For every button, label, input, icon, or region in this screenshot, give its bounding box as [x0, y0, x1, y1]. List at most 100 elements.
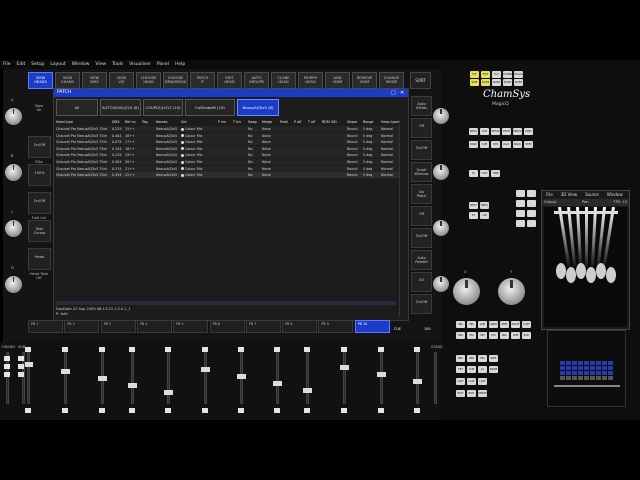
key-move[interactable]: MOVE: [511, 321, 520, 328]
key-inc[interactable]: INC: [456, 332, 465, 339]
key-undo[interactable]: UNDO: [489, 321, 498, 328]
table-row[interactable]: Chauvet Pro NexusAQ5x5 75ch 0.304 20++ Nexu…: [56, 159, 402, 165]
mini-cell[interactable]: [560, 361, 565, 365]
right-soft-button-6[interactable]: On/Off: [411, 228, 432, 248]
key-cue[interactable]: CUE: [480, 141, 489, 148]
left-encoder-c[interactable]: [5, 220, 22, 237]
menu-setup[interactable]: Setup: [31, 60, 44, 69]
right-soft-button-2[interactable]: On/Off: [411, 140, 432, 160]
key-set[interactable]: SET: [456, 366, 465, 373]
mini-cell[interactable]: [590, 366, 595, 370]
key-upd[interactable]: UPD: [467, 355, 476, 362]
key-flt2[interactable]: FLT2: [481, 71, 490, 78]
patch-tab-0[interactable]: All: [56, 99, 98, 116]
patch-tab-1[interactable]: AUTO4000(4/20 (8): [100, 99, 141, 116]
table-row[interactable]: Chauvet Pro NexusAQ5x5 75ch 0.379 21++ Nexu…: [56, 165, 402, 172]
key-out[interactable]: OUT: [480, 128, 489, 135]
key-simple[interactable]: Simple: [514, 71, 523, 78]
right-soft-button-3[interactable]: Scroll Window: [411, 162, 432, 182]
column-header-4[interactable]: Names: [156, 119, 180, 125]
mini-cell[interactable]: [584, 361, 589, 365]
mini-cell[interactable]: [572, 371, 577, 375]
key-sel[interactable]: SEL: [456, 321, 465, 328]
key-step[interactable]: STEP: [524, 141, 533, 148]
column-header-9[interactable]: Merge: [262, 119, 279, 125]
fader-key-top-6[interactable]: [238, 347, 244, 352]
top-button-5[interactable]: CHOOSE DMX/MEDIA: [163, 72, 188, 89]
table-cell[interactable]: 16++: [125, 133, 141, 139]
top-button-6[interactable]: PATCH IT: [190, 72, 215, 89]
menu-edit[interactable]: Edit: [17, 60, 26, 69]
key-mo[interactable]: MO: [467, 332, 476, 339]
vertical-scrollbar[interactable]: [399, 119, 407, 317]
key-hi[interactable]: HI: [469, 170, 478, 177]
column-header-14[interactable]: Shape: [347, 119, 362, 125]
column-header-10[interactable]: Posit: [280, 119, 293, 125]
key-shift4[interactable]: Shift4: [503, 79, 512, 86]
left-soft-button-1[interactable]: 100%: [28, 164, 51, 186]
left-soft-button-3[interactable]: Task Cursor: [28, 220, 51, 242]
table-cell[interactable]: 22++: [125, 172, 141, 178]
fader-key-top-1[interactable]: [62, 347, 68, 352]
left-encoder-b[interactable]: [5, 164, 22, 181]
fader-key-top-9[interactable]: [341, 347, 347, 352]
mini-cell[interactable]: [608, 366, 613, 370]
key-inc[interactable]: INC: [478, 355, 487, 362]
mini-cell[interactable]: [560, 371, 565, 375]
table-cell[interactable]: 20++: [125, 159, 141, 165]
fader-key-top-5[interactable]: [202, 347, 208, 352]
fader-slot-4[interactable]: [167, 352, 170, 404]
mini-cell[interactable]: [560, 366, 565, 370]
menu-visualiser[interactable]: Visualiser: [129, 60, 151, 69]
key-shift[interactable]: Shift: [470, 79, 479, 86]
key-last[interactable]: LAST: [467, 378, 476, 385]
menu-view[interactable]: View: [95, 60, 106, 69]
fader-knob-9[interactable]: [340, 365, 349, 370]
mini-touchscreen[interactable]: [547, 330, 626, 407]
key-cluster-2-0[interactable]: [516, 210, 525, 217]
fader-slot-0[interactable]: [27, 352, 30, 404]
mini-cell[interactable]: [572, 366, 577, 370]
fader-knob-4[interactable]: [164, 390, 173, 395]
right-encoder-2[interactable]: [433, 220, 449, 236]
key-sel[interactable]: SEL: [467, 321, 476, 328]
top-button-2[interactable]: VIEW DMX: [82, 72, 107, 89]
viz-menu-item[interactable]: Source: [585, 191, 599, 199]
fader-slot-9[interactable]: [343, 352, 346, 404]
key-cluster-0-0[interactable]: [516, 190, 525, 197]
fader-key-bottom-5[interactable]: [202, 408, 208, 413]
menu-layout[interactable]: Layout: [50, 60, 65, 69]
playback-button-6[interactable]: PB 6: [209, 320, 245, 333]
fader-slot-stage[interactable]: [434, 352, 437, 404]
right-soft-button-4[interactable]: No Patch: [411, 184, 432, 204]
column-header-11[interactable]: P off: [294, 119, 307, 125]
right-soft-button-9[interactable]: On/Off: [411, 294, 432, 314]
mini-cell[interactable]: [602, 361, 607, 365]
key-cluster-3-0[interactable]: [516, 220, 525, 227]
fader-knob-2[interactable]: [98, 376, 107, 381]
mini-cell[interactable]: [566, 376, 571, 380]
mini-cell[interactable]: [602, 371, 607, 375]
mini-cell[interactable]: [566, 371, 571, 375]
x-encoder[interactable]: [453, 278, 480, 305]
key-cluster-1-0[interactable]: [516, 200, 525, 207]
fader-key-bottom-2[interactable]: [99, 408, 105, 413]
table-cell[interactable]: 21++: [125, 166, 141, 172]
mini-cell[interactable]: [560, 376, 565, 380]
top-button-10[interactable]: MORPH HEAD: [298, 72, 323, 89]
playback-button-10[interactable]: PB 10: [354, 320, 390, 333]
viz-menu-item[interactable]: File: [546, 191, 553, 199]
fader-knob-11[interactable]: [413, 379, 422, 384]
fader-key-bottom-7[interactable]: [274, 408, 280, 413]
mini-cell[interactable]: [572, 361, 577, 365]
key-back[interactable]: BACK: [513, 141, 522, 148]
mini-cell[interactable]: [584, 371, 589, 375]
key-exit[interactable]: EXIT: [467, 390, 476, 397]
key-media[interactable]: MEDIA: [513, 128, 522, 135]
fader-knob-8[interactable]: [303, 388, 312, 393]
fader-key-top-10[interactable]: [378, 347, 384, 352]
key-rec[interactable]: REC: [456, 355, 465, 362]
visualiser-stage[interactable]: [544, 207, 627, 327]
key-stk[interactable]: STK: [491, 141, 500, 148]
mini-cell[interactable]: [596, 366, 601, 370]
